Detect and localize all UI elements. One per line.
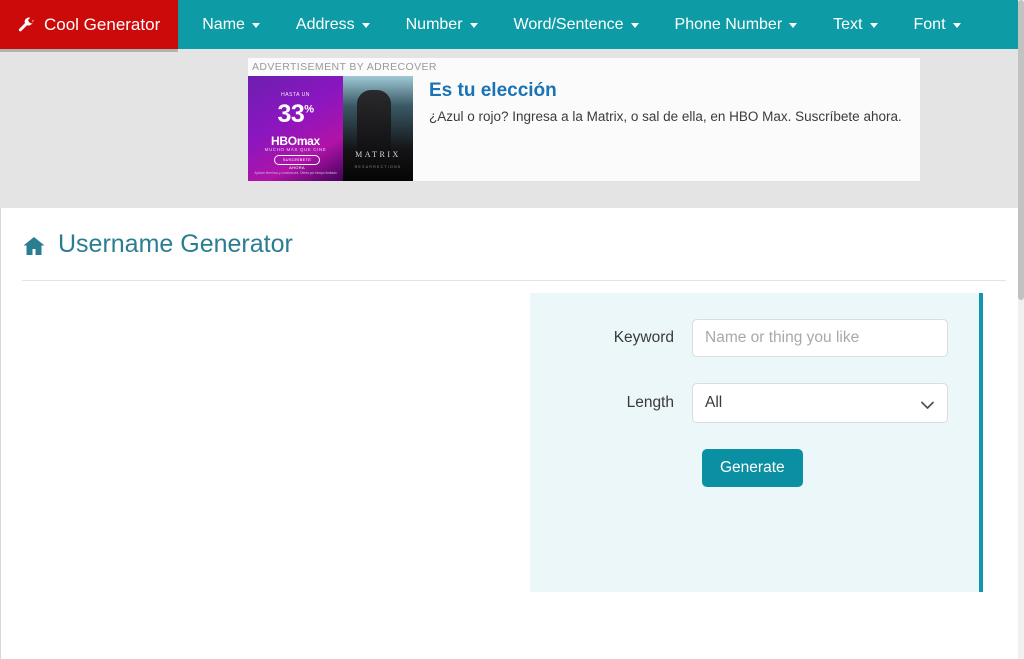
- nav-item-label: Word/Sentence: [513, 15, 624, 33]
- main-navbar: Cool Generator Name Address Number Word/…: [0, 0, 1024, 49]
- advertisement-description: ¿Azul o rojo? Ingresa a la Matrix, o sal…: [429, 109, 902, 124]
- scrollbar-thumb[interactable]: [1018, 0, 1024, 300]
- title-divider: [22, 280, 1006, 281]
- nav-items: Name Address Number Word/Sentence Phone …: [178, 0, 1024, 49]
- nav-item-label: Font: [913, 15, 946, 33]
- page-title: Username Generator: [1, 208, 1024, 259]
- ad-poster-title: MATRIX: [355, 150, 401, 159]
- ad-promo-kicker: HASTA UN: [281, 92, 310, 98]
- ad-brand-logo: HBOmax: [271, 134, 320, 148]
- nav-item-name[interactable]: Name: [178, 0, 278, 49]
- chevron-down-icon: [952, 23, 961, 28]
- nav-item-label: Text: [833, 15, 863, 33]
- ad-poster-panel: MATRIX RESURRECTIONS: [343, 76, 413, 181]
- ad-poster-subtitle: RESURRECTIONS: [354, 165, 402, 169]
- length-select-wrapper: All: [692, 383, 948, 423]
- nav-item-label: Address: [295, 15, 355, 33]
- chevron-down-icon: [251, 23, 260, 28]
- ad-fine-print: Aplican términos y condiciones. Oferta p…: [254, 171, 338, 175]
- advertisement[interactable]: ADVERTISEMENT BY ADRECOVER MATRIX RESURR…: [248, 58, 920, 181]
- keyword-row: Keyword: [530, 319, 979, 357]
- advertisement-body: MATRIX RESURRECTIONS HASTA UN 33% HBOmax…: [248, 76, 920, 181]
- brand-logo[interactable]: Cool Generator: [0, 0, 179, 49]
- chevron-down-icon: [361, 23, 370, 28]
- chevron-down-icon: [869, 23, 878, 28]
- chevron-down-icon: [630, 23, 639, 28]
- length-row: Length All: [530, 383, 979, 423]
- advertisement-image[interactable]: MATRIX RESURRECTIONS HASTA UN 33% HBOmax…: [248, 76, 413, 181]
- generate-row: Generate: [530, 449, 979, 487]
- keyword-label: Keyword: [613, 329, 674, 346]
- page-scrollbar[interactable]: [1018, 0, 1024, 659]
- ad-percent-value: 33: [277, 100, 305, 128]
- advertisement-text: Es tu elección ¿Azul o rojo? Ingresa a l…: [413, 76, 902, 124]
- nav-item-label: Name: [202, 15, 245, 33]
- ad-brand-tagline: MUCHO MÁS QUE CINE: [264, 147, 327, 152]
- button-spacer: [530, 449, 702, 487]
- nav-item-address[interactable]: Address: [278, 0, 388, 49]
- ad-promo-percent: 33%: [248, 100, 343, 129]
- nav-item-phone-number[interactable]: Phone Number: [657, 0, 816, 49]
- length-select[interactable]: All: [692, 383, 948, 423]
- advertisement-label: ADVERTISEMENT BY ADRECOVER: [252, 61, 437, 73]
- nav-item-label: Phone Number: [674, 15, 783, 33]
- nav-item-text[interactable]: Text: [815, 0, 895, 49]
- nav-item-label: Number: [405, 15, 463, 33]
- chevron-down-icon: [469, 23, 478, 28]
- nav-item-font[interactable]: Font: [896, 0, 979, 49]
- wrench-icon: [17, 16, 35, 34]
- advertisement-band: ADVERTISEMENT BY ADRECOVER MATRIX RESURR…: [0, 49, 1024, 208]
- ad-percent-symbol: %: [304, 103, 314, 116]
- length-label: Length: [626, 394, 674, 411]
- main-content: Username Generator Keyword Length All Ge…: [0, 208, 1024, 659]
- home-icon[interactable]: [22, 234, 46, 258]
- generator-form-panel: Keyword Length All Generate: [530, 293, 983, 592]
- keyword-input[interactable]: [692, 319, 948, 357]
- ad-cta-button[interactable]: SUSCRÍBETE AHORA: [274, 155, 320, 170]
- chevron-down-icon: [789, 23, 798, 28]
- nav-item-word-sentence[interactable]: Word/Sentence: [496, 0, 657, 49]
- brand-label: Cool Generator: [44, 14, 161, 34]
- page-title-text: Username Generator: [58, 230, 293, 258]
- generate-button[interactable]: Generate: [702, 449, 803, 487]
- advertisement-title[interactable]: Es tu elección: [429, 80, 902, 102]
- nav-item-number[interactable]: Number: [388, 0, 496, 49]
